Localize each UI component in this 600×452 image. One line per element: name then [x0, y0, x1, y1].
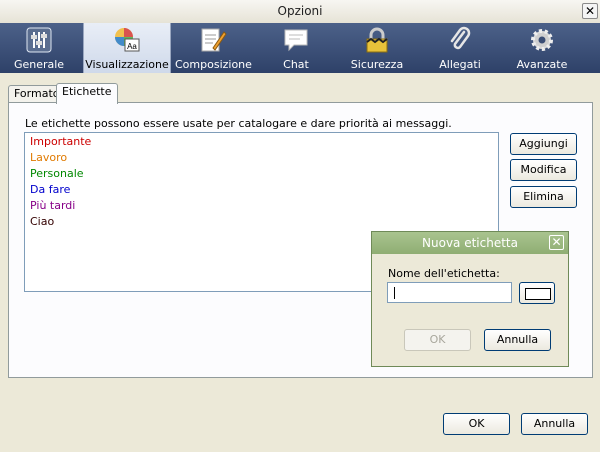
tag-color-picker-button[interactable] [519, 282, 555, 304]
tag-name-input[interactable] [387, 282, 512, 303]
window-title: Opzioni [277, 4, 323, 18]
tag-name-label: Nome dell'etichetta: [388, 267, 500, 280]
display-icon: Aa [115, 28, 140, 52]
toolbar-item-generale[interactable]: Generale [3, 23, 75, 73]
dialog-cancel-button[interactable]: Annulla [484, 329, 551, 351]
text-caret [394, 287, 395, 299]
toolbar-item-visualizzazione[interactable]: Aa Visualizzazione [83, 23, 171, 73]
gear-icon [531, 29, 553, 51]
list-item[interactable]: Ciao [30, 215, 54, 228]
toolbar-item-label: Avanzate [516, 58, 568, 71]
toolbar-item-label: Sicurezza [350, 58, 404, 71]
add-tag-button[interactable]: Aggiungi [510, 133, 577, 155]
tags-description: Le etichette possono essere usate per ca… [25, 117, 452, 130]
toolbar-item-chat[interactable]: Chat [264, 23, 328, 73]
toolbar-item-sicurezza[interactable]: Sicurezza [345, 23, 409, 73]
dialog-title: Nuova etichetta [422, 236, 518, 250]
lock-icon [366, 27, 388, 53]
list-item[interactable]: Importante [30, 135, 91, 148]
toolbar-item-composizione[interactable]: Composizione [175, 23, 252, 73]
list-item[interactable]: Più tardi [30, 199, 75, 212]
sliders-icon [26, 27, 52, 53]
edit-tag-button[interactable]: Modifica [510, 159, 577, 181]
list-item[interactable]: Da fare [30, 183, 70, 196]
color-swatch [525, 288, 551, 300]
dialog-ok-button[interactable]: OK [404, 329, 471, 351]
new-tag-dialog: Nuova etichetta ✕ Nome dell'etichetta: O… [371, 231, 569, 367]
paperclip-icon [450, 26, 471, 50]
chat-icon [284, 29, 308, 52]
list-item[interactable]: Lavoro [30, 151, 67, 164]
dialog-title-bar: Nuova etichetta ✕ [372, 232, 568, 254]
toolbar-item-label: Chat [283, 58, 309, 71]
toolbar-item-label: Visualizzazione [85, 58, 169, 71]
toolbar-item-label: Allegati [439, 58, 481, 71]
toolbar-item-avanzate[interactable]: Avanzate [510, 23, 574, 73]
options-window: Opzioni ✕ Generale Aa Visualizzazione Co… [0, 0, 600, 452]
toolbar-item-label: Generale [13, 58, 65, 71]
options-toolbar: Generale Aa Visualizzazione Composizione [0, 23, 600, 73]
window-close-button[interactable]: ✕ [582, 3, 598, 19]
list-item[interactable]: Personale [30, 167, 84, 180]
ok-button[interactable]: OK [443, 413, 510, 435]
delete-tag-button[interactable]: Elimina [510, 186, 577, 208]
compose-icon [201, 28, 227, 52]
tab-etichette[interactable]: Etichette [56, 83, 118, 104]
cancel-button[interactable]: Annulla [521, 413, 588, 435]
svg-text:Aa: Aa [127, 42, 137, 51]
dialog-close-button[interactable]: ✕ [549, 235, 564, 250]
title-bar: Opzioni ✕ [0, 0, 600, 24]
toolbar-item-label: Composizione [175, 58, 252, 71]
toolbar-item-allegati[interactable]: Allegati [428, 23, 492, 73]
